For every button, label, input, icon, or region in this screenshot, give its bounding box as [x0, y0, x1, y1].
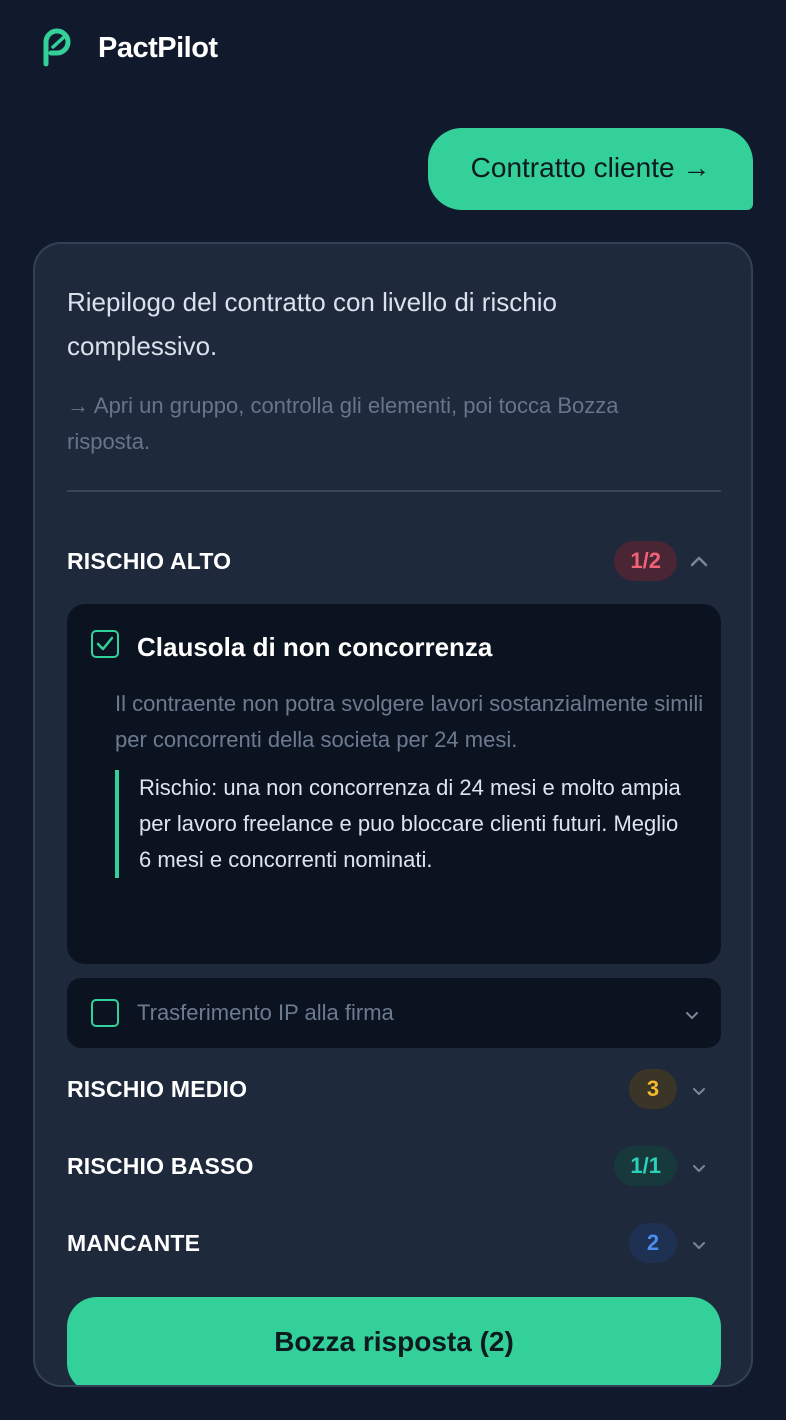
checkmark-icon	[96, 636, 114, 651]
chevron-down-icon[interactable]	[677, 1233, 721, 1253]
chevron-down-icon[interactable]	[685, 1008, 699, 1026]
group-count-badge: 1/2	[614, 541, 677, 581]
group-header-medium-risk[interactable]: RISCHIO MEDIO 3	[67, 1067, 721, 1111]
group-count-badge: 2	[629, 1223, 677, 1263]
draft-response-button[interactable]: Bozza risposta (2)	[67, 1297, 721, 1385]
group-title: RISCHIO MEDIO	[67, 1075, 248, 1102]
chevron-down-icon[interactable]	[677, 1156, 721, 1176]
user-message-bubble: Contratto cliente →	[428, 128, 753, 210]
app-name: PactPilot	[98, 31, 218, 64]
contract-summary: Riepilogo del contratto con livello di r…	[67, 287, 557, 361]
chevron-up-icon[interactable]	[677, 554, 721, 568]
risk-explanation: Rischio: una non concorrenza di 24 mesi …	[115, 770, 695, 878]
group-title: RISCHIO BASSO	[67, 1152, 254, 1179]
item-description: Il contraente non potra svolgere lavori …	[115, 691, 704, 752]
divider	[67, 490, 721, 492]
pilot-leaf-icon	[43, 28, 71, 67]
app-header: PactPilot	[40, 28, 218, 68]
group-title: RISCHIO ALTO	[67, 547, 232, 574]
group-title: MANCANTE	[67, 1229, 201, 1256]
instruction-hint: → Apri un gruppo, controlla gli elementi…	[67, 393, 619, 454]
group-count-badge: 3	[629, 1069, 677, 1109]
item-title: Clausola di non concorrenza	[137, 632, 493, 662]
response-card: Riepilogo del contratto con livello di r…	[33, 242, 753, 1387]
item-checkbox-unchecked[interactable]	[91, 999, 119, 1027]
group-header-low-risk[interactable]: RISCHIO BASSO 1/1	[67, 1144, 721, 1188]
chevron-down-icon[interactable]	[677, 1079, 721, 1099]
group-header-missing[interactable]: MANCANTE 2	[67, 1221, 721, 1265]
group-header-high-risk[interactable]: RISCHIO ALTO 1/2	[67, 539, 721, 583]
item-title: Trasferimento IP alla firma	[137, 1000, 394, 1025]
risk-item-non-compete[interactable]: Clausola di non concorrenza Il contraent…	[67, 604, 721, 964]
risk-item-ip-transfer[interactable]: Trasferimento IP alla firma	[67, 978, 721, 1048]
item-checkbox-checked[interactable]	[91, 630, 119, 658]
group-count-badge: 1/1	[614, 1146, 677, 1186]
